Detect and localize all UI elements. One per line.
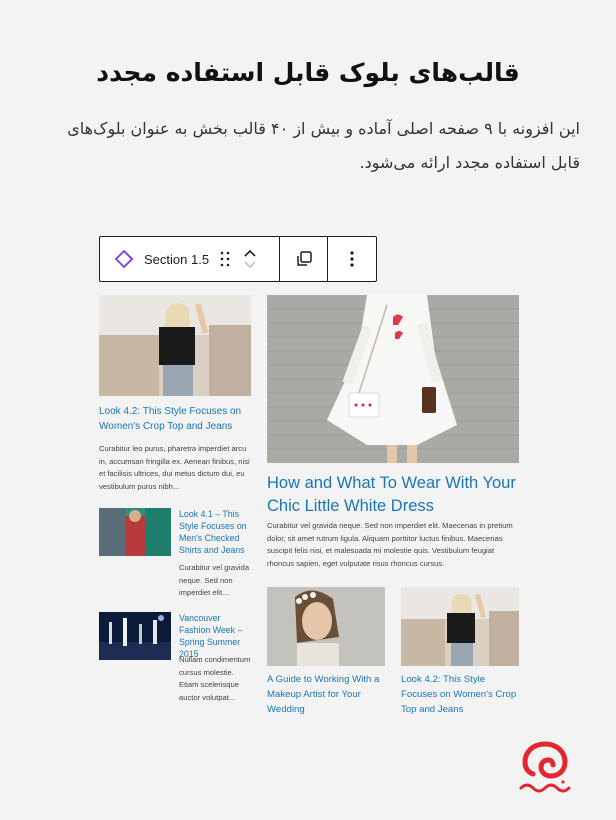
post-image-crop-top[interactable] [99, 295, 251, 396]
post-title-fashion-week[interactable]: Vancouver Fashion Week – Spring Summer 2… [179, 612, 251, 660]
post-title-checked-shirt[interactable]: Look 4.1 – This Style Focuses on Men's C… [179, 508, 251, 556]
brand-logo-icon [515, 738, 575, 798]
post-image-checked-shirt[interactable] [99, 508, 171, 556]
duplicate-button[interactable] [280, 237, 328, 281]
section-block-icon [114, 249, 134, 269]
more-vertical-icon [350, 251, 354, 267]
block-label: Section 1.5 [144, 251, 210, 267]
post-image-white-dress[interactable] [267, 295, 519, 463]
post-excerpt-crop-top: Curabitur leo purus, pharetra imperdiet … [99, 444, 250, 491]
featured-post-title[interactable]: How and What To Wear With Your Chic Litt… [267, 472, 519, 518]
post-image-fashion-week[interactable] [99, 612, 171, 660]
post-image-crop-top-2[interactable] [401, 587, 519, 666]
post-title-crop-top-2[interactable]: Look 4.2: This Style Focuses on Women's … [401, 672, 519, 717]
block-toolbar: Section 1.5 [99, 236, 377, 282]
post-title-crop-top[interactable]: Look 4.2: This Style Focuses on Women's … [99, 404, 251, 434]
post-title-makeup[interactable]: A Guide to Working With a Makeup Artist … [267, 672, 387, 717]
page-description: این افزونه با ۹ صفحه اصلی آماده و بیش از… [67, 119, 580, 172]
block-switcher[interactable]: Section 1.5 [100, 237, 280, 281]
post-image-makeup[interactable] [267, 587, 385, 666]
options-button[interactable] [328, 237, 376, 281]
post-excerpt-fashion-week: Nullam condimentum cursus molestie. Etia… [179, 655, 251, 702]
chevron-down-icon[interactable] [243, 260, 257, 270]
drag-handle-icon[interactable] [219, 250, 231, 268]
post-excerpt-checked-shirt: Curabitur vel gravida neque. Sed non imp… [179, 563, 250, 597]
duplicate-icon [296, 251, 312, 266]
featured-post-excerpt: Curabitur vel gravida neque. Sed non imp… [267, 521, 513, 568]
chevron-up-icon[interactable] [243, 248, 257, 258]
mover-controls [243, 248, 257, 270]
page-heading: قالب‌های بلوک قابل استفاده مجدد [96, 58, 520, 87]
